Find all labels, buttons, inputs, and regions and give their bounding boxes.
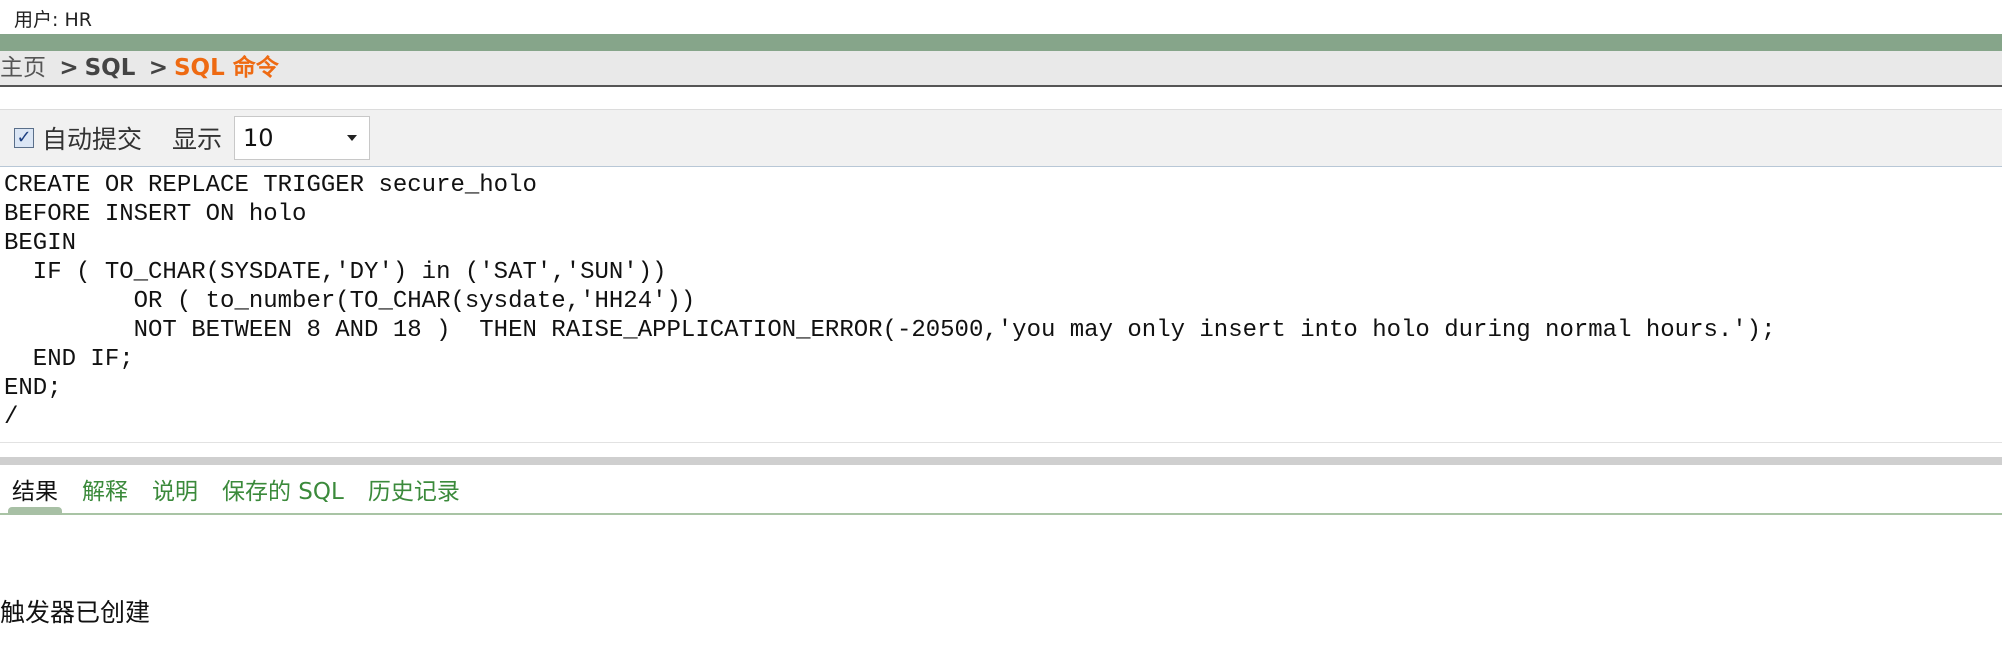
show-rows-value: 10 — [243, 124, 274, 152]
result-tabs: 结果 解释 说明 保存的 SQL 历史记录 — [0, 465, 2002, 515]
code-line: CREATE OR REPLACE TRIGGER secure_holo — [4, 172, 537, 199]
result-panel: 触发器已创建 — [0, 515, 2002, 658]
editor-splitter[interactable] — [0, 457, 2002, 465]
tab-describe[interactable]: 说明 — [152, 472, 198, 506]
user-label: 用户: HR — [14, 9, 92, 31]
user-bar: 用户: HR — [0, 0, 2002, 34]
code-line: NOT BETWEEN 8 AND 18 ) THEN RAISE_APPLIC… — [4, 317, 1776, 344]
breadcrumb-separator: > — [59, 55, 79, 81]
breadcrumb-home-link[interactable]: 主页 — [0, 55, 46, 81]
breadcrumb-separator: > — [148, 55, 168, 81]
breadcrumb: 主页 > SQL > SQL 命令 — [0, 51, 2002, 87]
header-band — [0, 34, 2002, 51]
code-line: / — [4, 404, 19, 431]
breadcrumb-current: SQL 命令 — [173, 55, 279, 81]
result-message: 触发器已创建 — [0, 598, 151, 627]
spacer — [0, 87, 2002, 109]
code-line: BEGIN — [4, 230, 77, 257]
show-rows-select[interactable]: 10 — [234, 116, 371, 160]
code-line: END IF; — [4, 346, 134, 373]
tab-results[interactable]: 结果 — [12, 472, 58, 506]
show-rows-label: 显示 — [172, 125, 223, 154]
code-line: OR ( to_number(TO_CHAR(sysdate,'HH24')) — [4, 288, 696, 315]
autocommit-checkbox[interactable]: ✓ — [14, 128, 34, 148]
tab-explain[interactable]: 解释 — [82, 472, 128, 506]
checkmark-icon: ✓ — [16, 127, 32, 148]
code-line: BEFORE INSERT ON holo — [4, 201, 307, 228]
tab-history[interactable]: 历史记录 — [368, 472, 460, 506]
breadcrumb-sql-link[interactable]: SQL — [85, 55, 136, 81]
sql-editor[interactable]: CREATE OR REPLACE TRIGGER secure_holo BE… — [0, 167, 2002, 443]
chevron-down-icon — [347, 135, 358, 141]
code-line: IF ( TO_CHAR(SYSDATE,'DY') in ('SAT','SU… — [4, 259, 667, 286]
active-tab-indicator — [8, 507, 62, 515]
tab-saved-sql[interactable]: 保存的 SQL — [222, 472, 344, 506]
autocommit-label: 自动提交 — [42, 125, 143, 154]
sql-toolbar: ✓ 自动提交 显示 10 — [0, 109, 2002, 167]
code-line: END; — [4, 375, 62, 402]
